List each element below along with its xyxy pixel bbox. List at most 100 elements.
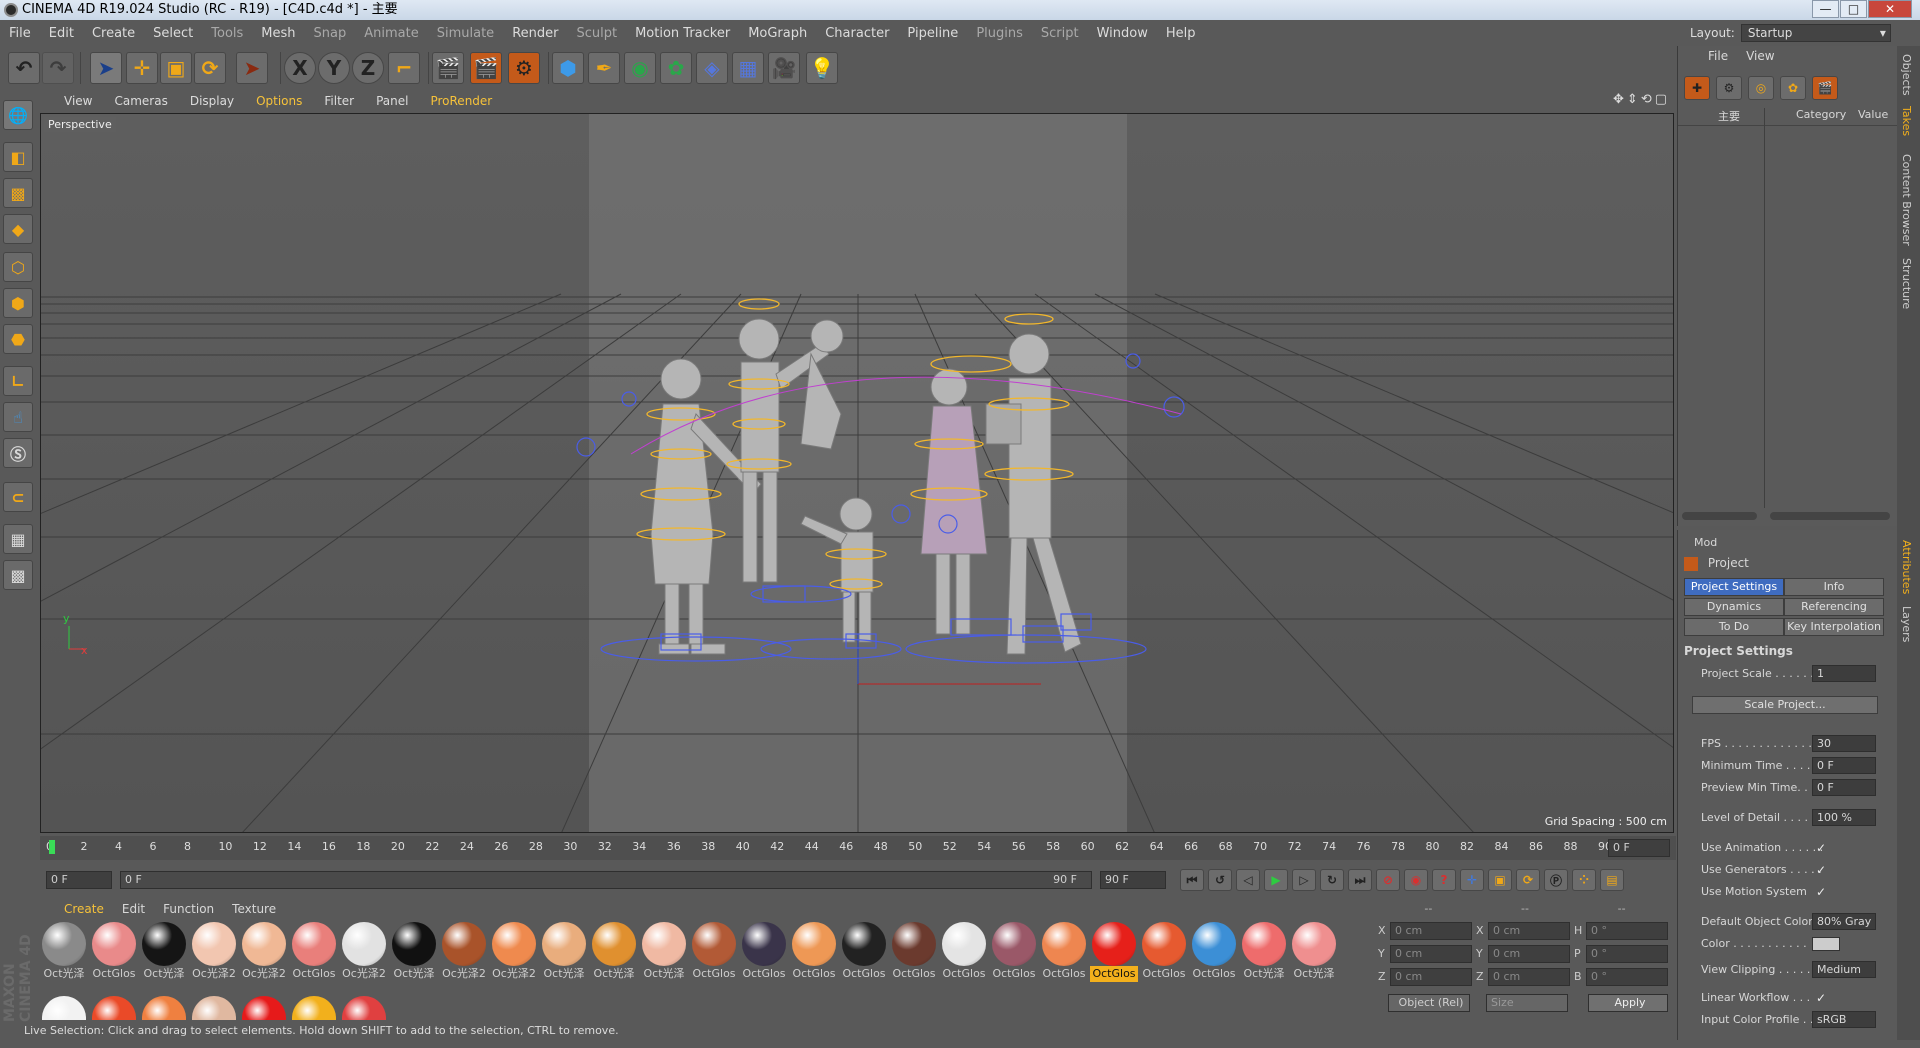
apply-button[interactable]: Apply [1588, 994, 1668, 1012]
end-frame-field[interactable]: 90 F [1100, 871, 1166, 889]
coordinate-field[interactable]: 0 ° [1586, 945, 1668, 963]
undo-icon[interactable]: ↶ [8, 52, 40, 84]
next-frame-icon[interactable]: ▷ [1292, 869, 1316, 891]
goto-start-icon[interactable]: ⏮ [1180, 869, 1204, 891]
material-swatch[interactable]: Oct光泽 [640, 922, 688, 984]
coordinate-field[interactable]: 0 ° [1586, 968, 1668, 986]
material-swatch[interactable]: OctGlos [990, 922, 1038, 984]
material-swatch[interactable]: Oct光泽 [40, 922, 88, 984]
material-swatch[interactable]: OctGlos [1140, 922, 1188, 984]
override-icon[interactable]: ⚙ [1716, 76, 1742, 100]
tweak-mode-icon[interactable]: ☝ [3, 402, 33, 432]
key-position-icon[interactable]: ✛ [1460, 869, 1484, 891]
menu-snap[interactable]: Snap [305, 26, 356, 41]
material-preview-ball[interactable] [92, 996, 136, 1020]
menu-create[interactable]: Create [83, 26, 144, 41]
material-swatch[interactable]: Oc光泽2 [490, 922, 538, 984]
material-swatch[interactable]: OctGlos [1090, 922, 1138, 984]
attribute-checkbox[interactable]: ✓ [1816, 860, 1826, 880]
tab-referencing[interactable]: Referencing [1784, 598, 1884, 616]
minimize-button[interactable]: — [1812, 0, 1839, 18]
x-axis-lock-icon[interactable]: X [284, 52, 316, 84]
take-tool-icon[interactable]: ✚ [1684, 76, 1710, 100]
cube-icon[interactable]: ⬢ [552, 52, 584, 84]
texture-mode-icon[interactable]: ▩ [3, 178, 33, 208]
material-swatch[interactable]: Oc光泽2 [190, 922, 238, 984]
menu-tools[interactable]: Tools [202, 26, 252, 41]
menu-render[interactable]: Render [503, 26, 567, 41]
material-preview-ball[interactable] [42, 996, 86, 1020]
timeline-window-icon[interactable]: ▤ [1600, 869, 1624, 891]
material-swatch[interactable]: OctGlos [290, 922, 338, 984]
polygons-mode-icon[interactable]: ⬣ [3, 324, 33, 354]
camera-icon[interactable]: 🎥 [768, 52, 800, 84]
key-pla-icon[interactable]: ⁘ [1572, 869, 1596, 891]
material-swatch[interactable]: OctGlos [890, 922, 938, 984]
key-parameter-icon[interactable]: Ⓟ [1544, 869, 1568, 891]
object-menu-file[interactable]: File [1708, 49, 1728, 63]
coordinate-mode-dropdown[interactable]: Object (Rel) [1388, 994, 1470, 1012]
coordinate-field[interactable]: 0 cm [1488, 968, 1570, 986]
render-picture-viewer-icon[interactable]: 🎬 [470, 52, 502, 84]
material-swatch[interactable]: OctGlos [1190, 922, 1238, 984]
viewport-navigation-icons[interactable]: ✥⇕⟲▢ [1613, 92, 1670, 107]
material-menu-function[interactable]: Function [163, 902, 214, 916]
tab-objects[interactable]: Objects [1900, 54, 1913, 96]
object-scrollbar-left[interactable] [1682, 512, 1757, 520]
viewport-menu-options[interactable]: Options [256, 94, 302, 108]
material-swatch[interactable]: OctGlos [740, 922, 788, 984]
coordinate-field[interactable]: 0 cm [1390, 922, 1472, 940]
material-preview-ball[interactable] [192, 996, 236, 1020]
material-swatch[interactable]: Oct光泽 [1290, 922, 1338, 984]
viewport-menu-view[interactable]: View [64, 94, 92, 108]
coordinate-field[interactable]: 0 cm [1390, 968, 1472, 986]
material-swatch[interactable]: Oc光泽2 [440, 922, 488, 984]
subdivision-surface-icon[interactable]: ◉ [624, 52, 656, 84]
coordinate-field[interactable]: 0 cm [1488, 922, 1570, 940]
maximize-button[interactable]: □ [1840, 0, 1867, 18]
attribute-value-field[interactable]: Medium [1812, 961, 1876, 978]
viewport-menu-prorender[interactable]: ProRender [430, 94, 492, 108]
menu-help[interactable]: Help [1157, 26, 1205, 41]
menu-motion-tracker[interactable]: Motion Tracker [626, 26, 739, 41]
make-editable-icon[interactable]: 🌐 [3, 100, 33, 130]
tab-content-browser[interactable]: Content Browser [1900, 154, 1913, 246]
menu-mograph[interactable]: MoGraph [739, 26, 816, 41]
tab-info[interactable]: Info [1784, 578, 1884, 596]
coordinate-field[interactable]: 0 cm [1488, 945, 1570, 963]
prev-frame-icon[interactable]: ◁ [1236, 869, 1260, 891]
material-menu-texture[interactable]: Texture [232, 902, 276, 916]
solo-icon[interactable]: Ⓢ [3, 438, 33, 468]
key-rotation-icon[interactable]: ⟳ [1516, 869, 1540, 891]
material-swatch[interactable]: Oct光泽 [390, 922, 438, 984]
size-mode-dropdown[interactable]: Size [1486, 994, 1568, 1012]
key-scale-icon[interactable]: ▣ [1488, 869, 1512, 891]
tab-structure[interactable]: Structure [1900, 258, 1913, 309]
menu-mesh[interactable]: Mesh [252, 26, 304, 41]
viewport-menu-filter[interactable]: Filter [324, 94, 354, 108]
material-swatch[interactable]: Oct光泽 [540, 922, 588, 984]
scale-project-button[interactable]: Scale Project... [1692, 696, 1878, 714]
material-swatch[interactable]: OctGlos [840, 922, 888, 984]
live-selection-icon[interactable]: ➤ [90, 52, 122, 84]
material-swatch[interactable]: Oct光泽 [140, 922, 188, 984]
workplane-mode-icon[interactable]: ◆ [3, 214, 33, 244]
attribute-value-field[interactable]: sRGB [1812, 1011, 1876, 1028]
material-swatch[interactable]: Oc光泽2 [340, 922, 388, 984]
material-swatch[interactable]: Oc光泽2 [240, 922, 288, 984]
object-scrollbar-right[interactable] [1770, 512, 1890, 520]
autokey-icon[interactable]: ◉ [1404, 869, 1428, 891]
edit-render-settings-icon[interactable]: ⚙ [508, 52, 540, 84]
attribute-value-field[interactable]: 0 F [1812, 757, 1876, 774]
timeline-playhead[interactable] [49, 840, 55, 854]
coordinate-field[interactable]: 0 ° [1586, 922, 1668, 940]
perspective-viewport[interactable]: y x Perspective Grid Spacing : 500 cm [40, 113, 1674, 833]
y-axis-lock-icon[interactable]: Y [318, 52, 350, 84]
close-button[interactable]: ✕ [1868, 0, 1912, 18]
menu-edit[interactable]: Edit [40, 26, 83, 41]
render-take-icon[interactable]: 🎬 [1812, 76, 1838, 100]
attribute-value-field[interactable]: 30 [1812, 735, 1876, 752]
tab-key-interpolation[interactable]: Key Interpolation [1784, 618, 1884, 636]
menu-plugins[interactable]: Plugins [967, 26, 1032, 41]
attribute-value-field[interactable]: 80% Gray [1812, 913, 1876, 930]
